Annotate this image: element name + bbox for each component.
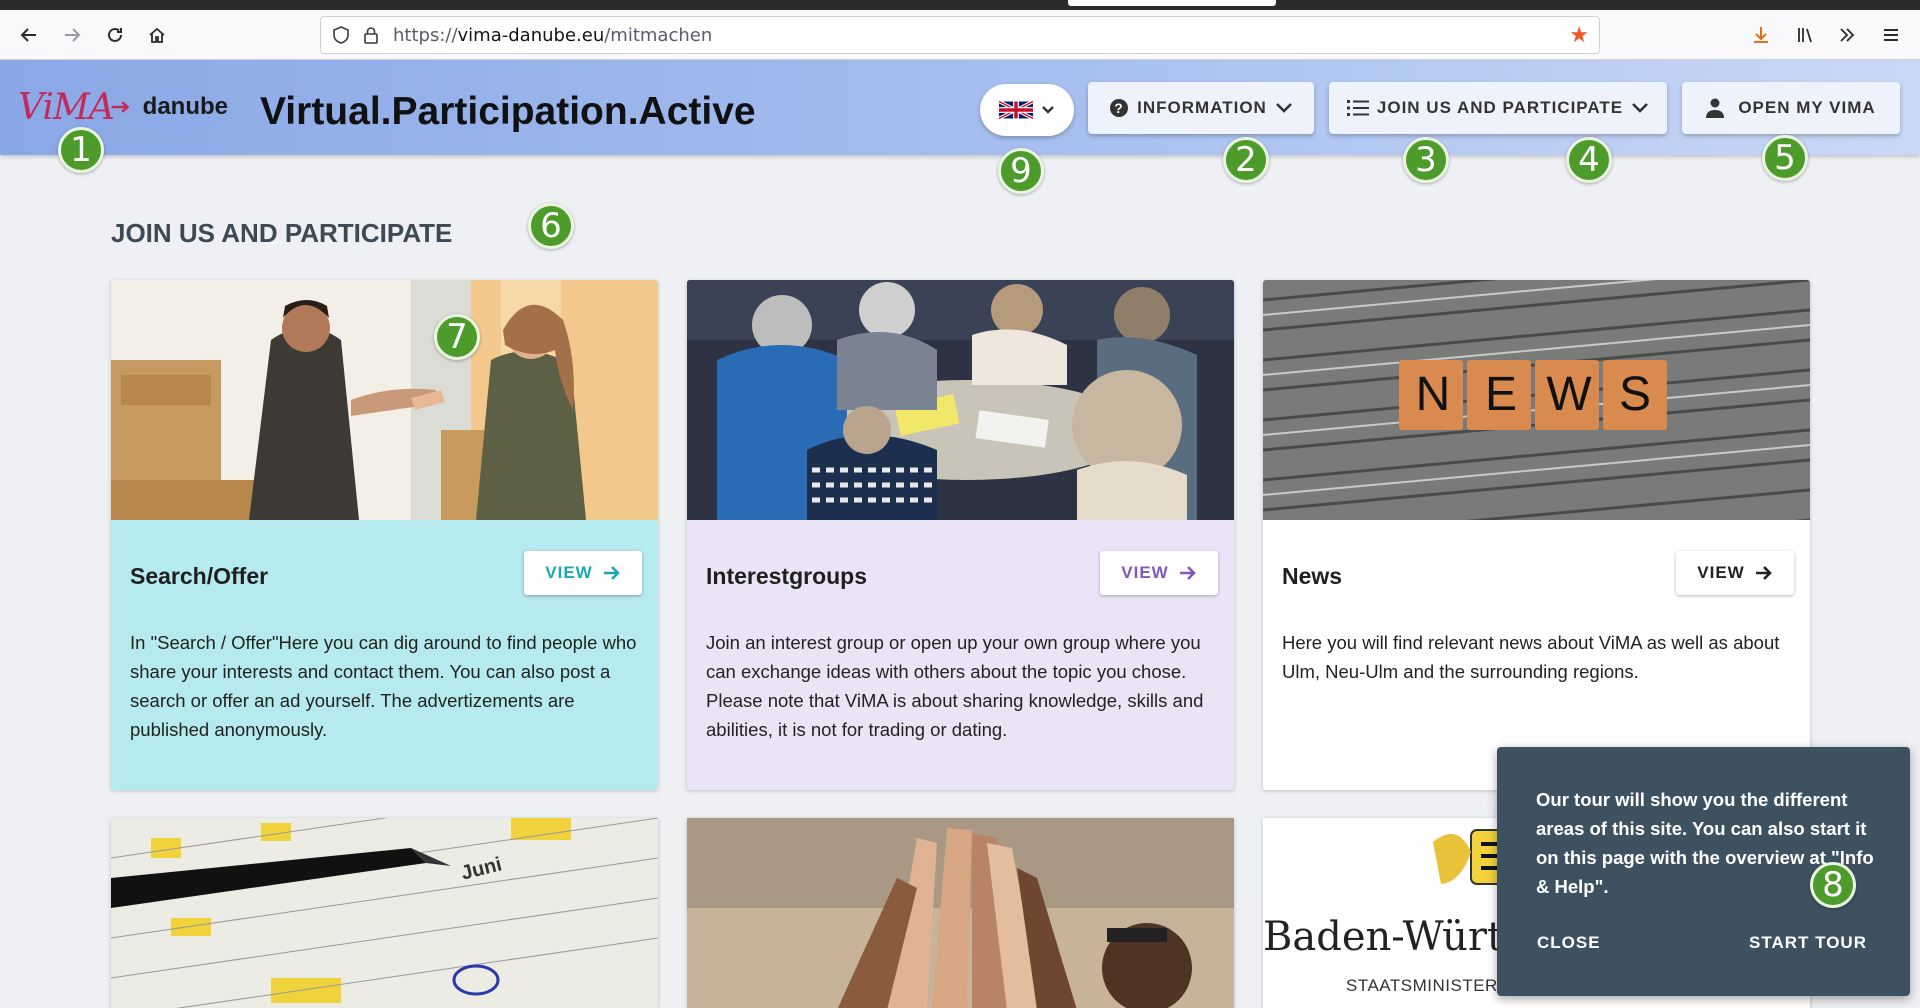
user-icon — [1706, 98, 1725, 118]
bookmark-star-icon[interactable]: ★ — [1569, 24, 1589, 46]
lock-icon[interactable] — [361, 25, 381, 45]
chevron-down-icon — [1042, 106, 1054, 114]
news-tile-letter: E — [1484, 368, 1517, 421]
forward-icon[interactable] — [57, 20, 87, 50]
marker-1: 1 — [58, 127, 104, 173]
reload-icon[interactable] — [100, 20, 130, 50]
marker-8: 8 — [1810, 862, 1856, 908]
information-label: INFORMATION — [1137, 98, 1267, 117]
marker-5: 5 — [1762, 135, 1808, 181]
browser-tab-strip — [0, 0, 1920, 10]
card-title: Interestgroups — [706, 563, 868, 589]
join-participate-label: JOIN US AND PARTICIPATE — [1376, 98, 1624, 117]
browser-toolbar: https://vima-danube.eu/mitmachen ★ — [0, 10, 1920, 60]
hamburger-menu-icon[interactable] — [1876, 20, 1906, 50]
marker-7: 7 — [434, 314, 480, 360]
question-circle-icon: ? — [1110, 99, 1129, 117]
download-icon[interactable] — [1746, 20, 1776, 50]
card-description: Join an interest group or open up your o… — [706, 632, 1204, 740]
handshake-photo — [111, 280, 658, 520]
news-tile-letter: S — [1618, 368, 1651, 421]
interestgroups-card: Interestgroups VIEW Join an interest gro… — [687, 280, 1234, 790]
active-tab-indicator[interactable] — [1068, 0, 1276, 6]
uk-flag-icon — [999, 99, 1033, 121]
language-select-button[interactable] — [980, 84, 1074, 136]
chevron-down-icon — [1632, 103, 1649, 113]
arrow-right-icon — [1179, 566, 1196, 580]
svg-text:?: ? — [1114, 100, 1124, 116]
shield-icon[interactable] — [331, 25, 351, 45]
card-description: Here you will find relevant news about V… — [1282, 632, 1780, 682]
view-label: VIEW — [1697, 563, 1745, 582]
overflow-chevron-icon[interactable] — [1832, 20, 1862, 50]
view-label: VIEW — [545, 563, 593, 582]
tour-close-button[interactable]: CLOSE — [1537, 933, 1601, 953]
open-my-vima-button[interactable]: OPEN MY VIMA — [1682, 82, 1900, 134]
news-tile-letter: W — [1546, 368, 1592, 421]
logo-arrow-icon — [111, 101, 130, 113]
logo-vima-text: ViMA — [18, 86, 115, 128]
community-card[interactable] — [687, 818, 1234, 1008]
news-tiles-photo: N E W S — [1263, 280, 1810, 520]
news-card: N E W S News VIEW Here you will find rel… — [1263, 280, 1810, 790]
marker-4: 4 — [1566, 137, 1612, 183]
section-title: JOIN US AND PARTICIPATE — [111, 218, 453, 248]
arrow-right-icon — [1755, 566, 1772, 580]
site-header: ViMA danube Virtual.Participation.Active… — [0, 60, 1920, 155]
group-photo — [687, 280, 1234, 520]
news-view-button[interactable]: VIEW — [1676, 551, 1794, 595]
search-offer-view-button[interactable]: VIEW — [524, 551, 642, 595]
marker-9: 9 — [998, 148, 1044, 194]
vima-logo[interactable]: ViMA danube — [18, 84, 228, 130]
view-label: VIEW — [1121, 563, 1169, 582]
arrow-right-icon — [603, 566, 620, 580]
chevron-down-icon — [1275, 103, 1292, 113]
marker-6: 6 — [528, 203, 574, 249]
logo-danube-text: danube — [142, 93, 228, 120]
news-tile-row: N E W S — [1399, 360, 1667, 430]
bw-subtitle: STAATSMINISTER — [1346, 976, 1498, 995]
home-icon[interactable] — [142, 20, 172, 50]
card-title: Search/Offer — [130, 563, 269, 589]
marker-3: 3 — [1403, 137, 1449, 183]
library-icon[interactable] — [1790, 20, 1820, 50]
open-my-vima-label: OPEN MY VIMA — [1738, 98, 1876, 117]
list-icon — [1346, 100, 1369, 116]
start-tour-button[interactable]: START TOUR — [1749, 933, 1867, 953]
url-text: https://vima-danube.eu/mitmachen — [393, 24, 713, 46]
information-menu-button[interactable]: ? INFORMATION — [1088, 82, 1314, 134]
interestgroups-view-button[interactable]: VIEW — [1100, 551, 1218, 595]
card-description: In "Search / Offer"Here you can dig arou… — [130, 632, 637, 740]
news-tile-letter: N — [1415, 368, 1451, 421]
address-bar[interactable]: https://vima-danube.eu/mitmachen ★ — [320, 16, 1600, 54]
marker-2: 2 — [1223, 137, 1269, 183]
back-icon[interactable] — [14, 20, 44, 50]
card-title: News — [1282, 563, 1343, 589]
join-participate-menu-button[interactable]: JOIN US AND PARTICIPATE — [1329, 82, 1667, 134]
site-title: Virtual.Participation.Active — [260, 90, 756, 133]
calendar-card[interactable]: Juni — [111, 818, 658, 1008]
search-offer-card: Search/Offer VIEW In "Search / Offer"Her… — [111, 280, 658, 790]
